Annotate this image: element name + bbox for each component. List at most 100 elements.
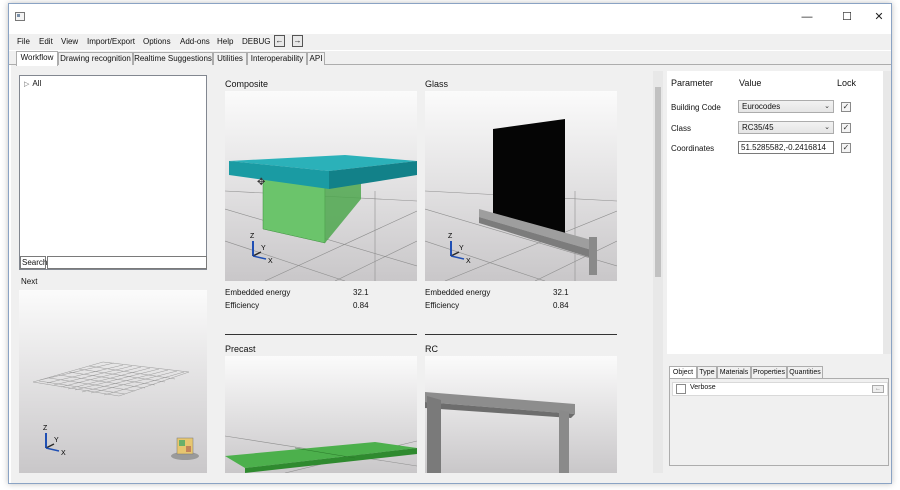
- precast-scene: [225, 435, 417, 473]
- workflow-content: ▷ All Search Next Z Y X Composite Z Y X …: [11, 65, 891, 483]
- tab-properties[interactable]: Properties: [751, 366, 787, 378]
- coordinates-label: Coordinates: [671, 144, 715, 153]
- glass-model: [479, 119, 597, 275]
- menu-import-export[interactable]: Import/Export: [87, 36, 135, 48]
- composite-efficiency-value: 0.84: [353, 301, 369, 310]
- minimize-button[interactable]: —: [795, 9, 819, 25]
- maximize-button[interactable]: ☐: [835, 9, 859, 25]
- main-tab-bar: Workflow Drawing recognition Realtime Su…: [9, 51, 891, 66]
- tab-workflow[interactable]: Workflow: [16, 51, 58, 66]
- composite-model: [229, 155, 417, 244]
- glass-energy-label: Embedded energy: [425, 288, 491, 297]
- tree-item-all[interactable]: ▷ All: [24, 79, 41, 88]
- class-select[interactable]: RC35/45 ⌄: [738, 121, 834, 134]
- element-tree[interactable]: ▷ All: [19, 75, 207, 270]
- menu-edit[interactable]: Edit: [39, 36, 53, 48]
- svg-text:Y: Y: [54, 437, 59, 444]
- tab-type[interactable]: Type: [697, 366, 717, 378]
- glass-scene: Z Y X: [425, 119, 617, 281]
- collapse-icon[interactable]: ←: [872, 385, 884, 393]
- svg-text:Z: Z: [250, 233, 255, 240]
- svg-text:Y: Y: [261, 245, 266, 252]
- svg-text:X: X: [466, 258, 471, 265]
- center-scrollbar-thumb[interactable]: [655, 87, 661, 277]
- glass-energy-value: 32.1: [553, 288, 569, 297]
- chevron-down-icon: ⌄: [824, 103, 830, 110]
- params-scrollbar[interactable]: [883, 71, 891, 354]
- tab-quantities[interactable]: Quantities: [787, 366, 823, 378]
- back-arrow-button[interactable]: ←: [274, 35, 285, 47]
- axis-gizmo: Z Y X: [448, 233, 471, 265]
- card-title-composite: Composite: [225, 79, 269, 89]
- tab-api[interactable]: API: [307, 52, 325, 65]
- tab-utilities[interactable]: Utilities: [213, 52, 247, 65]
- parameter-header: Parameter: [671, 78, 714, 88]
- lock-header: Lock: [837, 78, 857, 88]
- building-code-value: Eurocodes: [742, 102, 781, 111]
- search-label: Search: [20, 256, 48, 269]
- forward-arrow-button[interactable]: →: [292, 35, 303, 47]
- tree-item-label: All: [32, 79, 42, 88]
- glass-efficiency-label: Efficiency: [425, 301, 460, 310]
- composite-efficiency-label: Efficiency: [225, 301, 260, 310]
- menu-help[interactable]: Help: [217, 36, 233, 48]
- tab-interoperability[interactable]: Interoperability: [247, 52, 307, 65]
- close-button[interactable]: ✕: [867, 9, 891, 25]
- value-header: Value: [739, 78, 762, 88]
- svg-text:X: X: [268, 258, 273, 265]
- app-icon: [15, 12, 25, 21]
- view-cube-icon[interactable]: [171, 437, 199, 460]
- composite-viewport[interactable]: Z Y X ✥: [225, 91, 417, 281]
- card-title-precast: Precast: [225, 344, 256, 354]
- building-code-label: Building Code: [671, 103, 721, 112]
- menu-debug[interactable]: DEBUG: [242, 36, 270, 48]
- svg-text:Z: Z: [43, 425, 48, 432]
- menu-options[interactable]: Options: [143, 36, 171, 48]
- rc-model: [425, 392, 575, 473]
- precast-viewport[interactable]: [225, 356, 417, 473]
- menu-view[interactable]: View: [61, 36, 78, 48]
- card-divider: [425, 334, 617, 335]
- axis-gizmo: Z Y X: [250, 233, 273, 265]
- composite-energy-label: Embedded energy: [225, 288, 291, 297]
- search-input[interactable]: [47, 256, 207, 269]
- verbose-row: Verbose ←: [672, 382, 888, 396]
- axis-gizmo: Z Y X: [43, 425, 66, 457]
- properties-body: Verbose ←: [669, 378, 889, 466]
- center-scrollbar[interactable]: [653, 71, 663, 473]
- parameters-panel: Parameter Value Lock Building Code Euroc…: [667, 71, 883, 354]
- svg-text:Y: Y: [459, 245, 464, 252]
- class-value: RC35/45: [742, 123, 774, 132]
- coordinates-lock-checkbox[interactable]: ✓: [841, 143, 851, 153]
- card-title-rc: RC: [425, 344, 438, 354]
- card-title-glass: Glass: [425, 79, 449, 89]
- glass-viewport[interactable]: Z Y X: [425, 91, 617, 281]
- next-label: Next: [21, 277, 38, 286]
- card-divider: [225, 334, 417, 335]
- title-bar: — ☐ ✕: [9, 4, 891, 30]
- tab-drawing-recognition[interactable]: Drawing recognition: [58, 52, 133, 65]
- class-label: Class: [671, 124, 692, 133]
- svg-text:X: X: [61, 450, 66, 457]
- rc-scene: [425, 392, 575, 473]
- rc-viewport[interactable]: [425, 356, 617, 473]
- grid-plane: [32, 361, 190, 397]
- coordinates-input[interactable]: 51.5285582,-0.2416814: [738, 141, 834, 154]
- menu-add-ons[interactable]: Add-ons: [180, 36, 210, 48]
- building-code-select[interactable]: Eurocodes ⌄: [738, 100, 834, 113]
- cursor-icon: ✥: [257, 177, 265, 188]
- app-window: — ☐ ✕ File Edit View Import/Export Optio…: [8, 3, 892, 484]
- composite-energy-value: 32.1: [353, 288, 369, 297]
- tab-realtime-suggestions[interactable]: Realtime Suggestions: [133, 52, 213, 65]
- tab-object[interactable]: Object: [669, 366, 697, 378]
- class-lock-checkbox[interactable]: ✓: [841, 123, 851, 133]
- building-code-lock-checkbox[interactable]: ✓: [841, 102, 851, 112]
- tree-expand-icon[interactable]: ▷: [24, 81, 29, 88]
- next-viewport[interactable]: Z Y X: [19, 290, 207, 473]
- verbose-checkbox[interactable]: [676, 384, 686, 394]
- properties-panel: Object Type Materials Properties Quantit…: [667, 366, 891, 470]
- menu-file[interactable]: File: [17, 36, 30, 48]
- tab-materials[interactable]: Materials: [717, 366, 751, 378]
- chevron-down-icon: ⌄: [824, 124, 830, 131]
- next-scene: Z Y X: [32, 361, 199, 460]
